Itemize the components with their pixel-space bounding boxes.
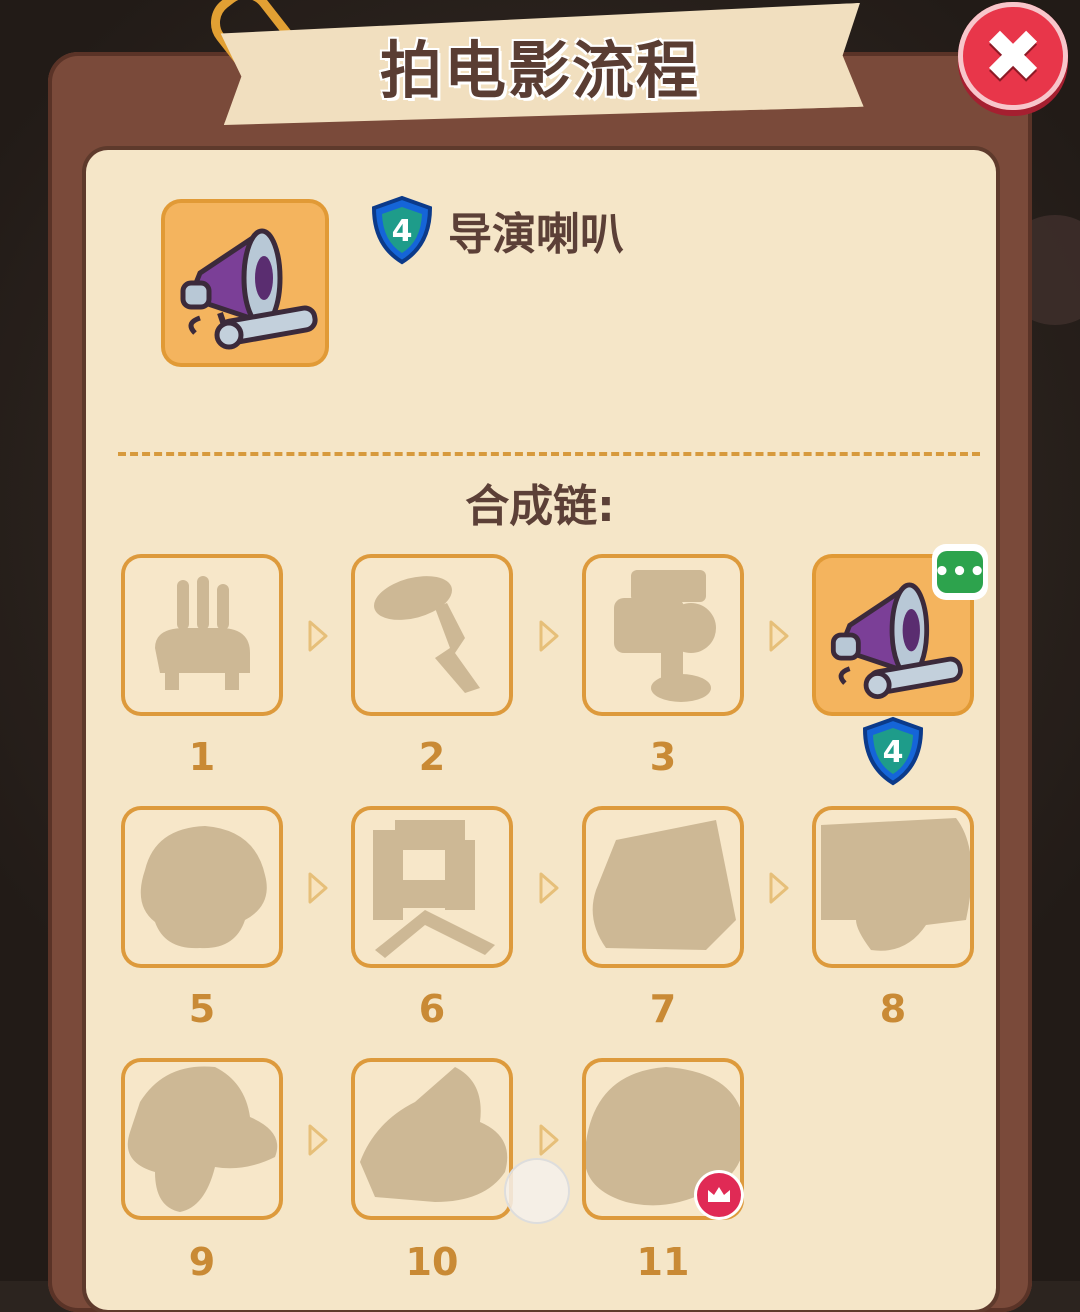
clapperboard-silhouette-icon xyxy=(592,820,736,950)
projector-silhouette-icon xyxy=(821,818,972,951)
level-shield-icon: 4 xyxy=(371,195,433,265)
step-number: 9 xyxy=(188,1240,216,1284)
megaphone-icon xyxy=(180,228,318,350)
chain-step-9[interactable] xyxy=(125,1062,279,1216)
chair-silhouette-icon xyxy=(373,820,495,958)
step-level-shield-icon: 4 xyxy=(862,716,924,786)
chain-step-2[interactable] xyxy=(355,558,509,712)
step-number: 6 xyxy=(418,987,446,1031)
step-number: 7 xyxy=(649,987,677,1031)
crown-badge xyxy=(697,1173,741,1217)
arrow-right-icon xyxy=(308,872,328,904)
step-number: 5 xyxy=(188,987,216,1031)
crown-icon xyxy=(708,1187,730,1202)
more-dots-icon: ••• xyxy=(934,551,985,593)
item-preview xyxy=(165,203,325,363)
arrow-right-icon xyxy=(539,1124,559,1156)
step-number: 3 xyxy=(649,735,677,779)
step-level: 4 xyxy=(883,735,904,770)
hat-silhouette-icon xyxy=(127,1066,278,1212)
arrow-right-icon xyxy=(539,872,559,904)
step-number: 1 xyxy=(188,735,216,779)
arrow-right-icon xyxy=(769,872,789,904)
arrow-right-icon xyxy=(308,620,328,652)
reel-silhouette-icon xyxy=(140,826,267,949)
chain-step-5[interactable] xyxy=(125,810,279,964)
chain-title: 合成链: xyxy=(465,481,615,532)
step-number: 8 xyxy=(879,987,907,1031)
incense-burner-silhouette-icon xyxy=(155,576,250,690)
arrow-right-icon xyxy=(308,1124,328,1156)
chain-step-3[interactable] xyxy=(586,558,740,712)
item-name: 导演喇叭 xyxy=(448,209,624,260)
dialog-title: 拍电影流程 xyxy=(379,34,700,107)
camera-silhouette-icon xyxy=(614,570,716,702)
step-number: 2 xyxy=(418,735,446,779)
arrow-right-icon xyxy=(539,620,559,652)
more-options-badge[interactable]: ••• xyxy=(932,544,988,600)
microphone-boom-silhouette-icon xyxy=(374,576,480,693)
item-level: 4 xyxy=(392,214,413,249)
chain-step-10[interactable] xyxy=(355,1062,509,1216)
touch-indicator xyxy=(506,1160,568,1222)
chain-step-1[interactable] xyxy=(125,558,279,712)
close-icon: ✖ xyxy=(982,14,1044,98)
chain-step-7[interactable] xyxy=(586,810,740,964)
chain-step-8[interactable] xyxy=(816,810,972,964)
arrow-right-icon xyxy=(769,620,789,652)
step-number: 10 xyxy=(405,1240,459,1284)
close-button[interactable]: ✖ xyxy=(958,2,1068,110)
divider xyxy=(118,452,980,456)
step-number: 11 xyxy=(636,1240,690,1284)
film-camera-silhouette-icon xyxy=(360,1067,508,1202)
chain-step-6[interactable] xyxy=(355,810,509,964)
